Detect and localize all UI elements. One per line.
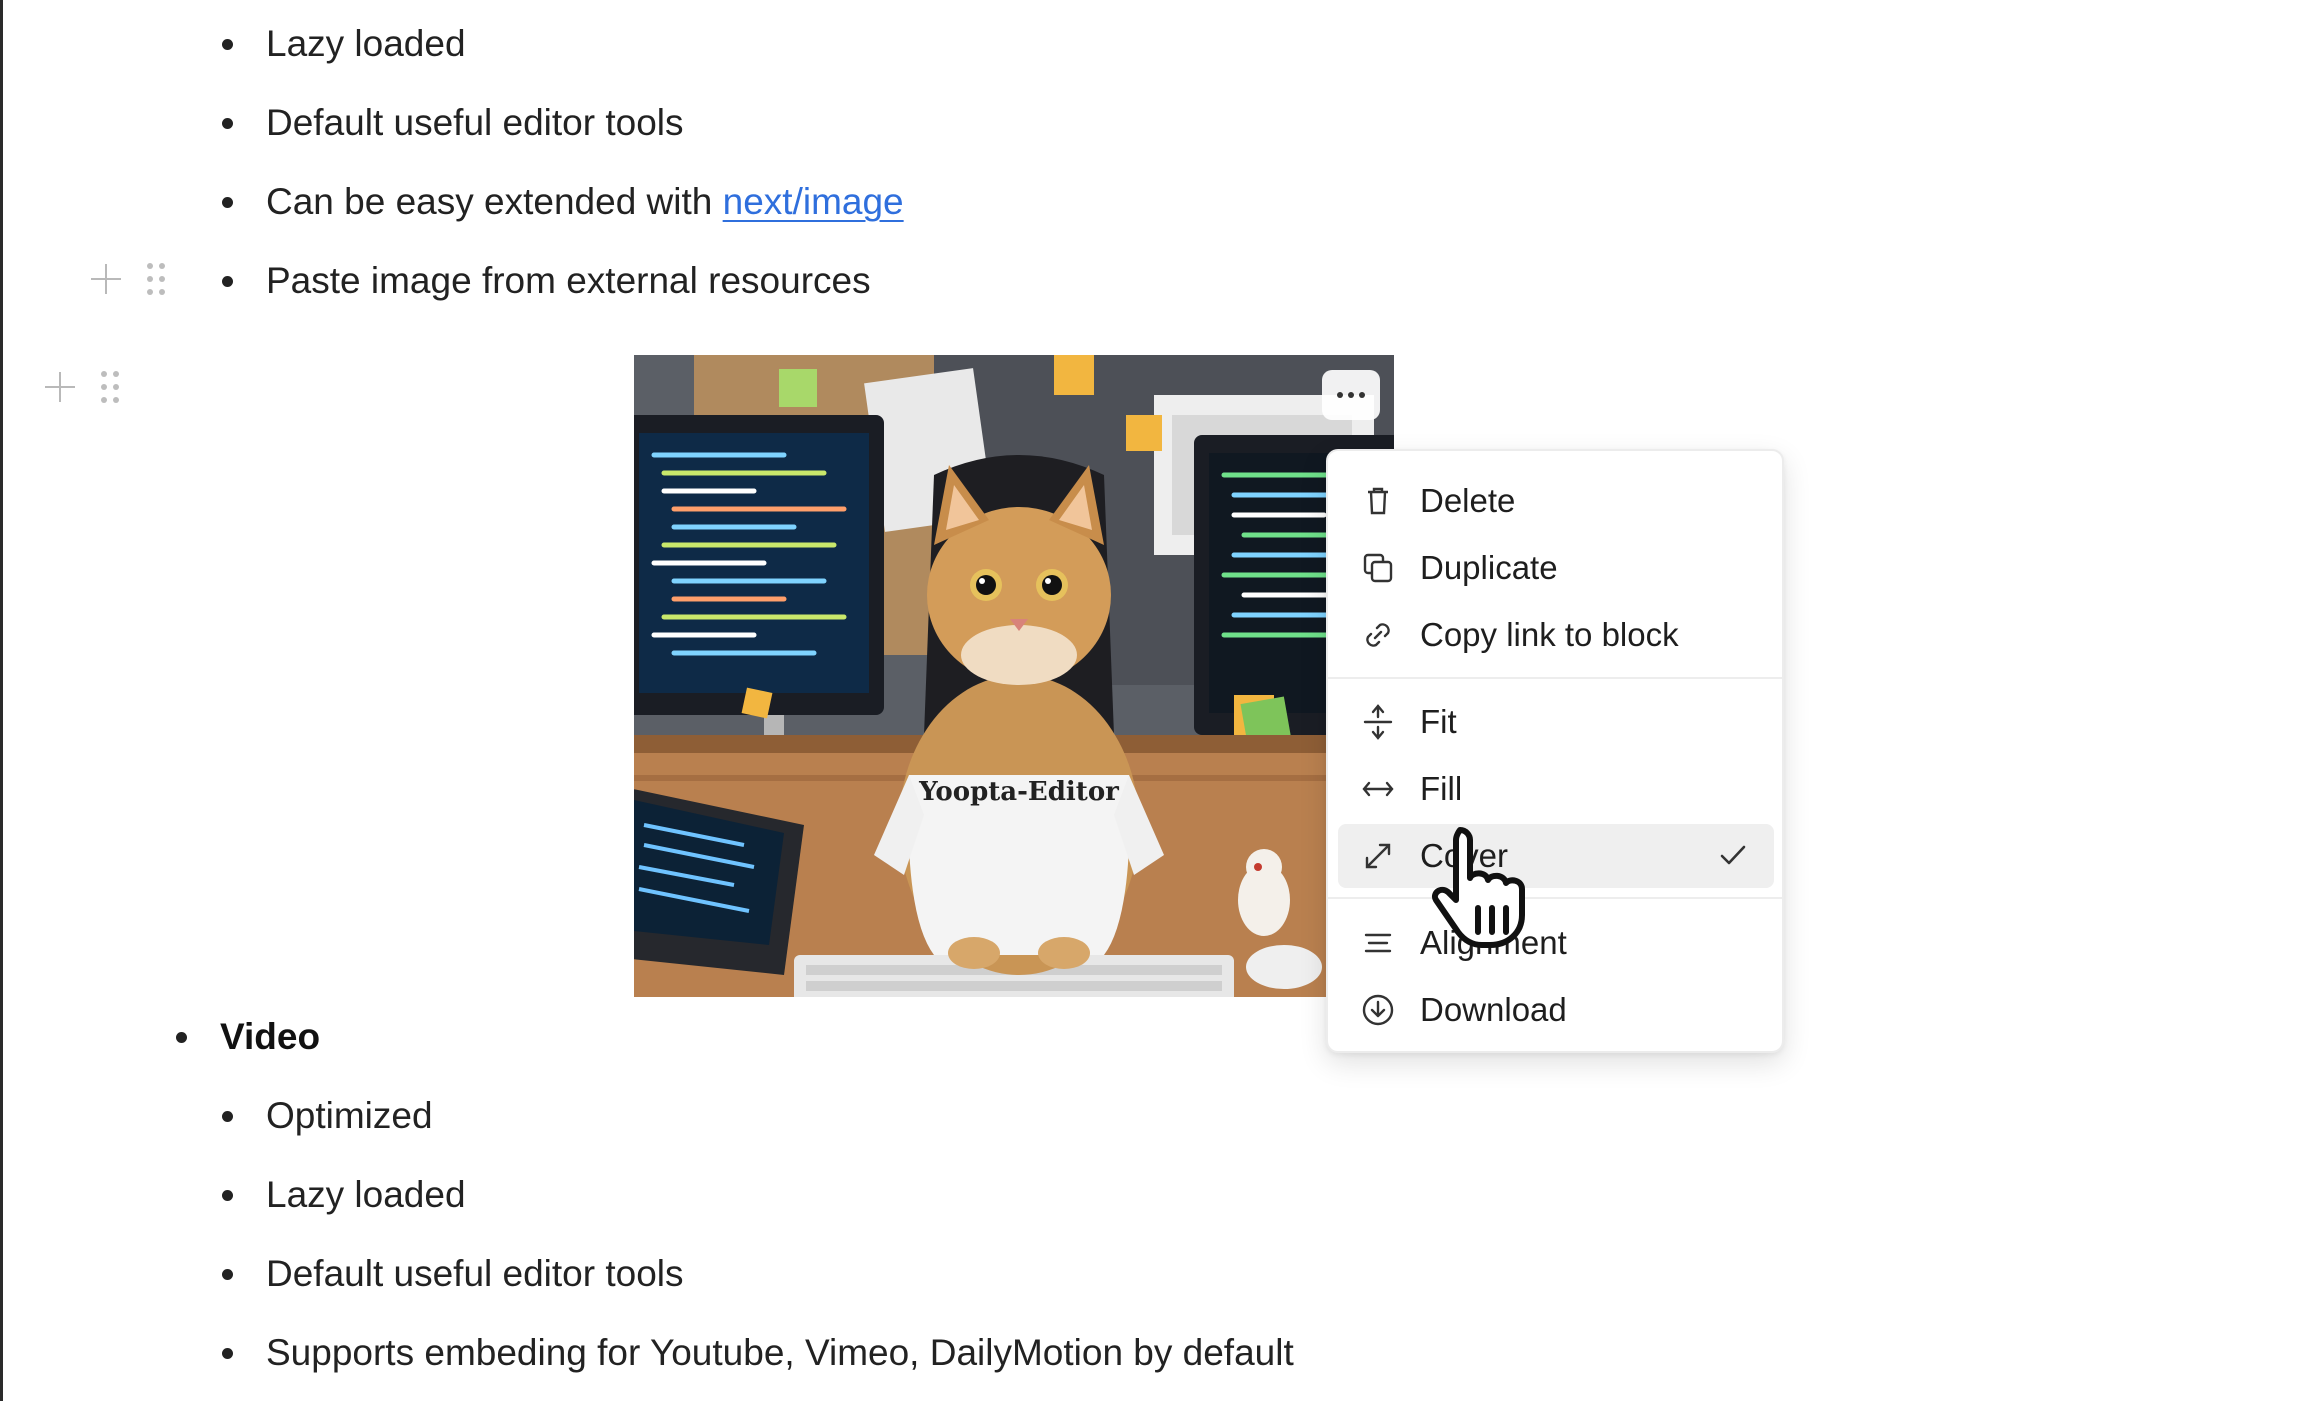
list-item-text: Optimized <box>266 1095 433 1136</box>
list-item: Optimized <box>222 1094 433 1138</box>
image-options-button[interactable] <box>1322 370 1380 420</box>
fit-icon <box>1358 704 1398 740</box>
video-heading: Video <box>220 1016 321 1057</box>
menu-item-download[interactable]: Download <box>1338 978 1774 1042</box>
list-item-heading: Video <box>176 1015 321 1059</box>
menu-item-label: Duplicate <box>1420 549 1558 586</box>
shirt-text: Yoopta-Editor <box>918 777 1119 807</box>
list-item-text: Default useful editor tools <box>266 1253 684 1294</box>
bullet <box>222 1111 233 1122</box>
bullet <box>222 39 233 50</box>
duplicate-icon <box>1358 552 1398 584</box>
menu-item-label: Fit <box>1420 703 1457 740</box>
menu-item-cover[interactable]: Cover <box>1338 824 1774 888</box>
cat-desk-image: Yoopta-Editor <box>634 355 1394 997</box>
menu-divider <box>1328 897 1782 899</box>
list-item-text: Paste image from external resources <box>266 260 871 301</box>
window-edge <box>0 0 3 1401</box>
drag-handle-icon[interactable] <box>101 371 119 403</box>
list-item-text: Default useful editor tools <box>266 102 684 143</box>
hand-cursor-icon <box>1420 820 1540 955</box>
align-icon <box>1358 931 1398 955</box>
list-item-text: Lazy loaded <box>266 1174 466 1215</box>
checkmark-icon <box>1718 840 1748 875</box>
bullet <box>222 1269 233 1280</box>
list-item: Default useful editor tools <box>222 101 684 145</box>
menu-item-delete[interactable]: Delete <box>1338 469 1774 533</box>
more-dot <box>1348 392 1354 398</box>
list-item-text: Lazy loaded <box>266 23 466 64</box>
list-item: Lazy loaded <box>222 1173 466 1217</box>
list-item-text: Can be easy extended with <box>266 181 723 222</box>
download-icon <box>1358 993 1398 1027</box>
list-item: Can be easy extended with next/image <box>222 180 904 224</box>
list-item: Lazy loaded <box>222 22 466 66</box>
list-item: Default useful editor tools <box>222 1252 684 1296</box>
menu-item-alignment[interactable]: Alignment <box>1338 911 1774 975</box>
list-item: Supports embeding for Youtube, Vimeo, Da… <box>222 1331 1294 1375</box>
menu-item-fit[interactable]: Fit <box>1338 690 1774 754</box>
drag-handle-icon[interactable] <box>147 263 165 295</box>
list-item: Paste image from external resources <box>222 259 871 303</box>
more-dot <box>1337 392 1343 398</box>
image-block-gutter <box>45 371 119 403</box>
bullet <box>176 1032 187 1043</box>
next-image-link[interactable]: next/image <box>723 181 904 222</box>
bullet <box>222 197 233 208</box>
link-icon <box>1358 619 1398 651</box>
bullet <box>222 1348 233 1359</box>
menu-item-label: Copy link to block <box>1420 616 1679 653</box>
image-options-menu: Delete Duplicate Copy link to block Fit … <box>1326 449 1784 1053</box>
cover-icon <box>1358 841 1398 871</box>
image-block[interactable]: Yoopta-Editor <box>634 355 1394 997</box>
add-block-icon[interactable] <box>45 372 75 402</box>
more-dot <box>1359 392 1365 398</box>
bullet <box>222 276 233 287</box>
menu-item-copy-link[interactable]: Copy link to block <box>1338 603 1774 667</box>
bullet <box>222 1190 233 1201</box>
menu-item-duplicate[interactable]: Duplicate <box>1338 536 1774 600</box>
menu-item-label: Fill <box>1420 770 1463 807</box>
trash-icon <box>1358 486 1398 516</box>
menu-item-label: Delete <box>1420 482 1516 519</box>
add-block-icon[interactable] <box>91 264 121 294</box>
menu-item-label: Download <box>1420 991 1567 1028</box>
menu-divider <box>1328 677 1782 679</box>
menu-item-fill[interactable]: Fill <box>1338 757 1774 821</box>
fill-icon <box>1358 779 1398 799</box>
list-item-text: Supports embeding for Youtube, Vimeo, Da… <box>266 1332 1294 1373</box>
block-gutter <box>91 263 165 295</box>
bullet <box>222 118 233 129</box>
